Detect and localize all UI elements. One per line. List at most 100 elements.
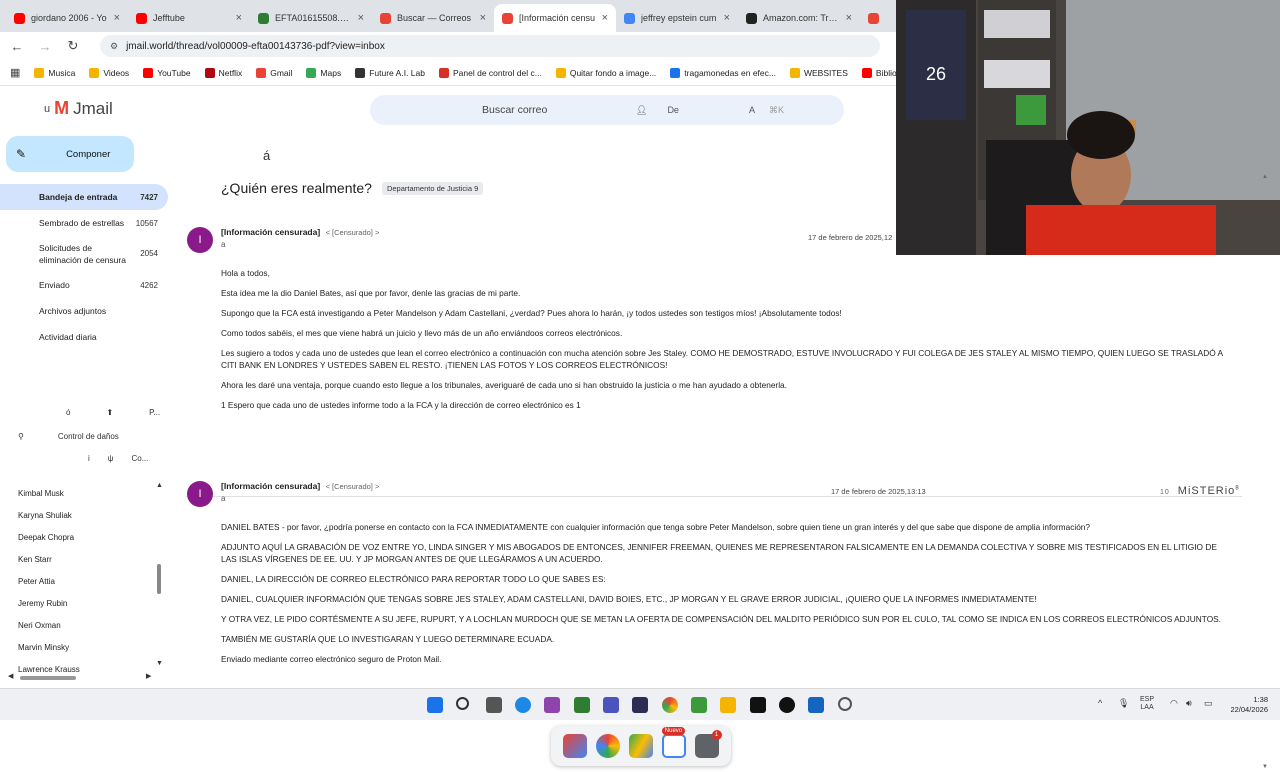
page-scroll-down-icon[interactable]: ▼ bbox=[1262, 764, 1268, 770]
volume-icon[interactable]: 🔊︎ bbox=[1186, 699, 1192, 708]
scroll-down-arrow-icon[interactable]: ▼ bbox=[156, 660, 163, 667]
label-tag[interactable]: Departamento de Justicia 9 bbox=[381, 181, 484, 195]
tab-close-icon[interactable]: × bbox=[236, 12, 242, 24]
calendar-icon[interactable]: Nuevo bbox=[661, 727, 686, 758]
copilot-icon[interactable] bbox=[544, 697, 560, 713]
tab-close-icon[interactable]: × bbox=[724, 12, 730, 24]
contact-item[interactable]: Ken Starr bbox=[0, 548, 168, 570]
page-scrollbar[interactable]: ▲ ▼ bbox=[1262, 174, 1272, 772]
bookmark-item[interactable]: Musica bbox=[34, 67, 75, 78]
chrome-icon[interactable] bbox=[662, 697, 678, 713]
bookmark-item[interactable]: Quitar fondo a image... bbox=[555, 67, 656, 78]
settings-icon[interactable] bbox=[838, 697, 852, 711]
avatar[interactable]: I bbox=[187, 481, 213, 507]
message-sender[interactable]: [Información censurada] < [Censurado] > bbox=[221, 227, 379, 237]
contacts-vertical-scrollbar[interactable] bbox=[157, 564, 161, 594]
app-icon[interactable] bbox=[808, 697, 824, 713]
browser-tab[interactable]: St bbox=[860, 4, 890, 32]
fork-knife-icon[interactable]: ψ bbox=[108, 454, 114, 463]
x-icon[interactable] bbox=[750, 697, 766, 713]
bookmark-item[interactable]: Panel de control del c... bbox=[438, 67, 542, 78]
tab-close-icon[interactable]: × bbox=[358, 12, 364, 24]
tray-chevron-icon[interactable]: ^ bbox=[1098, 699, 1102, 708]
folder-item[interactable]: Sembrado de estrellas 10567 bbox=[0, 210, 168, 236]
microphone-icon[interactable]: 🎙︎ bbox=[1118, 699, 1129, 708]
compose-button[interactable]: ✎ Componer bbox=[6, 136, 134, 172]
apps-grid-icon[interactable]: ▦ bbox=[10, 66, 20, 79]
bookmark-item[interactable]: Maps bbox=[306, 67, 341, 78]
gmail-icon[interactable] bbox=[563, 734, 588, 758]
scroll-left-arrow-icon[interactable]: ◀ bbox=[8, 672, 13, 680]
contacts-horizontal-scrollbar[interactable] bbox=[20, 676, 76, 680]
contact-item[interactable]: Deepak Chopra bbox=[0, 526, 168, 548]
avatar[interactable]: I bbox=[187, 227, 213, 253]
edge-icon[interactable] bbox=[515, 697, 531, 713]
bookmark-item[interactable]: tragamonedas en efec... bbox=[670, 67, 776, 78]
bookmark-item[interactable]: Videos bbox=[89, 67, 129, 78]
search-icon[interactable] bbox=[456, 697, 469, 710]
browser-tab[interactable]: EFTA01615508.pdf × bbox=[250, 4, 372, 32]
reload-icon[interactable]: ↻ bbox=[66, 38, 80, 54]
windows-start-icon[interactable] bbox=[427, 697, 443, 713]
search-from-field[interactable]: De bbox=[667, 105, 679, 115]
scroll-up-arrow-icon[interactable]: ▲ bbox=[156, 482, 163, 489]
tab-close-icon[interactable]: × bbox=[602, 12, 608, 24]
contact-item[interactable]: Jeremy Rubin bbox=[0, 592, 168, 614]
browser-tab[interactable]: [Información censu × bbox=[494, 4, 616, 32]
photos-icon[interactable] bbox=[596, 734, 621, 758]
search-bar[interactable]: Buscar correo 👤︎ De A ⌘K bbox=[370, 95, 844, 125]
contact-item[interactable]: Marvin Minsky bbox=[0, 636, 168, 658]
back-arrow-icon[interactable]: ← bbox=[10, 39, 24, 54]
misc-item-3[interactable]: i bbox=[88, 454, 90, 463]
damage-control-item[interactable]: ⚲ Control de daños bbox=[18, 432, 119, 441]
task-view-icon[interactable] bbox=[486, 697, 502, 713]
misc-item-2[interactable]: P... bbox=[149, 408, 160, 417]
tab-close-icon[interactable]: × bbox=[480, 12, 486, 24]
browser-tab[interactable]: Buscar — Correos × bbox=[372, 4, 494, 32]
browser-tab[interactable]: Jefftube × bbox=[128, 4, 250, 32]
file-explorer-icon[interactable] bbox=[720, 697, 736, 713]
battery-icon[interactable]: ▭ bbox=[1204, 699, 1213, 708]
clock[interactable]: 1:38 22/04/2026 bbox=[1222, 695, 1268, 715]
folder-item[interactable]: Solicitudes de eliminación de censura 205… bbox=[0, 236, 168, 272]
person-icon[interactable]: 👤︎ bbox=[636, 105, 647, 116]
minecraft-icon[interactable] bbox=[691, 697, 707, 713]
bookmark-item[interactable]: YouTube bbox=[143, 67, 191, 78]
drive-icon[interactable] bbox=[628, 734, 653, 758]
misc-item-4[interactable]: Co... bbox=[131, 454, 148, 463]
pin-icon[interactable]: ⬆ bbox=[106, 408, 113, 417]
message-sender[interactable]: [Información censurada] < [Censurado] > bbox=[221, 481, 379, 491]
contact-item[interactable]: Peter Attia bbox=[0, 570, 168, 592]
contact-item[interactable]: Kimbal Musk bbox=[0, 482, 168, 504]
tiktok-icon[interactable] bbox=[779, 697, 795, 713]
misc-item-1[interactable]: ó bbox=[66, 408, 70, 417]
site-info-icon[interactable]: ⚙ bbox=[110, 41, 118, 52]
url-field[interactable]: ⚙ jmail.world/thread/vol00009-efta001437… bbox=[100, 35, 880, 57]
folder-item[interactable]: Actividad diaria bbox=[0, 324, 168, 350]
apps-grid-icon[interactable]: 1 bbox=[694, 730, 722, 758]
browser-tab[interactable]: jeffrey epstein cum × bbox=[616, 4, 738, 32]
bookmark-item[interactable]: Netflix bbox=[204, 67, 242, 78]
folder-item[interactable]: Bandeja de entrada 7427 bbox=[0, 184, 168, 210]
teams-icon[interactable] bbox=[603, 697, 619, 713]
bookmark-item[interactable]: Gmail bbox=[256, 67, 292, 78]
scroll-right-arrow-icon[interactable]: ▶ bbox=[146, 672, 151, 680]
language-indicator[interactable]: ESP LAA bbox=[1140, 696, 1154, 712]
browser-tab[interactable]: Amazon.com: Traffi × bbox=[738, 4, 860, 32]
folder-item[interactable]: Enviado 4262 bbox=[0, 272, 168, 298]
page-scroll-up-icon[interactable]: ▲ bbox=[1262, 174, 1268, 180]
bookmark-item[interactable]: WEBSITES bbox=[789, 67, 848, 78]
tab-close-icon[interactable]: × bbox=[114, 12, 120, 24]
bookmark-item[interactable]: Future A.I. Lab bbox=[355, 67, 425, 78]
wifi-icon[interactable]: ◠ bbox=[1170, 699, 1178, 708]
contact-item[interactable]: Karyna Shuliak bbox=[0, 504, 168, 526]
nvidia-icon[interactable] bbox=[574, 697, 590, 713]
folder-item[interactable]: Archivos adjuntos bbox=[0, 298, 168, 324]
search-input[interactable]: Buscar correo bbox=[482, 104, 582, 116]
contact-item[interactable]: Neri Oxman bbox=[0, 614, 168, 636]
forward-arrow-icon[interactable]: → bbox=[38, 39, 52, 54]
photoshop-icon[interactable] bbox=[632, 697, 648, 713]
browser-tab[interactable]: giordano 2006 - Yo × bbox=[6, 4, 128, 32]
search-to-field[interactable]: A bbox=[749, 105, 755, 115]
tab-close-icon[interactable]: × bbox=[846, 12, 852, 24]
